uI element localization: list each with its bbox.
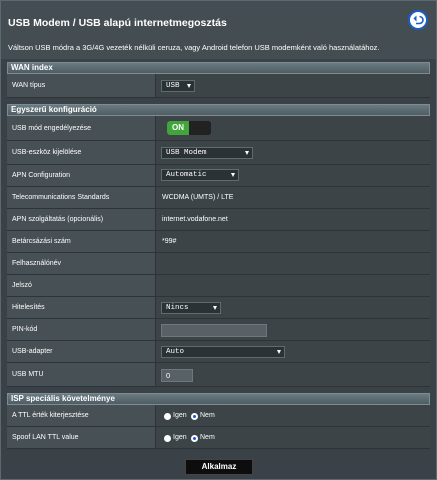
row-apn-service: APN szolgáltatás (opcionális) internet.v… — [7, 209, 430, 231]
row-apn-config: APN Configuration Automatic — [7, 165, 430, 187]
page-description: Váltson USB módra a 3G/4G vezeték nélkül… — [8, 43, 380, 52]
row-telecom-standards: Telecommunications Standards WCDMA (UMTS… — [7, 187, 430, 209]
mtu-input[interactable]: 0 — [161, 369, 193, 382]
row-username: Felhasználónév — [7, 253, 430, 275]
row-dial-number: Betárcsázási szám *99# — [7, 231, 430, 253]
telecom-label: Telecommunications Standards — [12, 194, 110, 201]
spoof-yes-radio[interactable] — [164, 435, 171, 442]
apn-service-value[interactable]: internet.vodafone.net — [162, 216, 228, 223]
password-label: Jelszó — [12, 282, 32, 289]
chevron-down-icon — [231, 173, 235, 177]
section-isp: ISP speciális követelménye — [7, 393, 430, 405]
back-arrow-icon[interactable] — [408, 10, 428, 30]
adapter-select[interactable]: Auto — [161, 346, 285, 358]
apn-config-label: APN Configuration — [12, 172, 70, 179]
auth-value: Nincs — [166, 304, 189, 312]
apn-config-select[interactable]: Automatic — [161, 169, 239, 181]
row-usb-mode: USB mód engedélyezése ON — [7, 116, 430, 141]
apn-service-label: APN szolgáltatás (opcionális) — [12, 216, 104, 223]
row-password: Jelszó — [7, 275, 430, 297]
chevron-down-icon — [213, 306, 217, 310]
telecom-value: WCDMA (UMTS) / LTE — [162, 194, 234, 201]
adapter-value: Auto — [166, 348, 185, 356]
password-field[interactable] — [155, 275, 430, 296]
page-title: USB Modem / USB alapú internetmegosztás — [8, 17, 227, 29]
row-authentication: Hitelesítés Nincs — [7, 297, 430, 319]
value-column — [155, 231, 430, 252]
mtu-label: USB MTU — [12, 371, 44, 378]
ttl-no-label: Nem — [200, 412, 215, 419]
ttl-yes-radio[interactable] — [164, 413, 171, 420]
spoof-no-radio[interactable] — [191, 435, 198, 442]
section-wan-index: WAN index — [7, 62, 430, 74]
row-pin: PIN-kód — [7, 319, 430, 341]
username-field[interactable] — [155, 253, 430, 274]
value-column — [155, 363, 430, 386]
pin-input[interactable] — [161, 324, 267, 337]
chevron-down-icon — [187, 84, 191, 88]
spoof-yes-label: Igen — [173, 434, 187, 441]
section-easy-config: Egyszerű konfiguráció — [7, 104, 430, 116]
chevron-down-icon — [277, 350, 281, 354]
usb-device-label: USB-eszköz kijelölése — [12, 149, 82, 156]
adapter-label: USB-adapter — [12, 348, 53, 355]
pin-label: PIN-kód — [12, 326, 38, 333]
ttl-label: A TTL érték kiterjesztése — [12, 412, 89, 419]
toggle-knob — [189, 121, 211, 135]
row-spoof-ttl: Spoof LAN TTL value Igen Nem — [7, 427, 430, 449]
auth-select[interactable]: Nincs — [161, 302, 221, 314]
dial-label: Betárcsázási szám — [12, 238, 71, 245]
wan-type-value: USB — [166, 82, 180, 90]
usb-mode-toggle[interactable]: ON — [167, 121, 211, 135]
spoof-no-label: Nem — [200, 434, 215, 441]
value-column — [155, 74, 430, 97]
row-wan-type: WAN típus USB — [7, 74, 430, 98]
usb-device-select[interactable]: USB Modem — [161, 147, 253, 159]
row-usb-mtu: USB MTU 0 — [7, 363, 430, 387]
ttl-yes-label: Igen — [173, 412, 187, 419]
apply-button[interactable]: Alkalmaz — [185, 459, 253, 475]
ttl-no-radio[interactable] — [191, 413, 198, 420]
row-ttl: A TTL érték kiterjesztése Igen Nem — [7, 405, 430, 427]
dial-value[interactable]: *99# — [162, 238, 176, 245]
username-label: Felhasználónév — [12, 260, 62, 267]
usb-mode-label: USB mód engedélyezése — [12, 125, 91, 132]
spoof-label: Spoof LAN TTL value — [12, 434, 79, 441]
auth-label: Hitelesítés — [12, 304, 45, 311]
settings-panel: USB Modem / USB alapú internetmegosztás … — [0, 0, 437, 480]
row-usb-device: USB-eszköz kijelölése USB Modem — [7, 141, 430, 165]
header-bar: USB Modem / USB alapú internetmegosztás … — [1, 1, 436, 59]
row-usb-adapter: USB-adapter Auto — [7, 341, 430, 363]
usb-device-value: USB Modem — [166, 149, 207, 157]
chevron-down-icon — [245, 151, 249, 155]
wan-type-select[interactable]: USB — [161, 80, 195, 92]
toggle-on-label: ON — [167, 121, 189, 135]
wan-type-label: WAN típus — [12, 82, 46, 89]
apn-config-value: Automatic — [166, 171, 207, 179]
